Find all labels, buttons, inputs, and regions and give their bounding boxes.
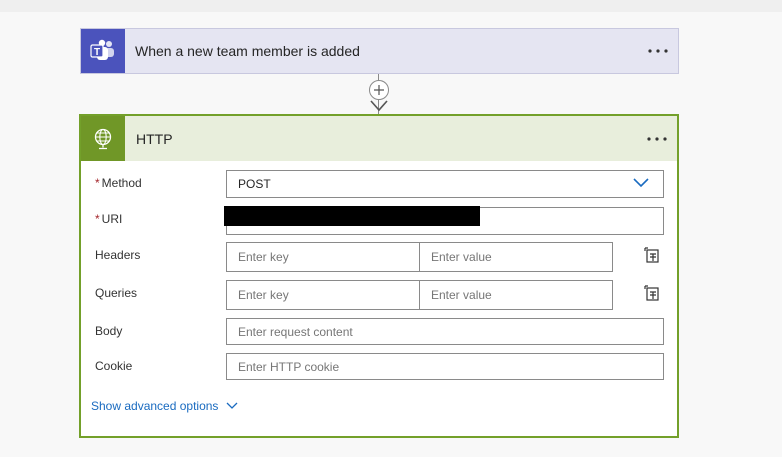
- cookie-label: Cookie: [95, 359, 133, 373]
- queries-label: Queries: [95, 286, 138, 300]
- http-action-header[interactable]: HTTP: [81, 116, 677, 161]
- chevron-down-icon: [633, 178, 649, 188]
- redacted-uri-value: [224, 206, 480, 226]
- connector-arrow-icon: [370, 100, 388, 112]
- body-input[interactable]: Enter request content: [226, 318, 664, 345]
- http-more-options-button[interactable]: [637, 116, 677, 161]
- uri-label: * URI: [95, 212, 123, 226]
- method-dropdown[interactable]: POST: [226, 170, 664, 198]
- headers-value-input[interactable]: Enter value: [419, 242, 613, 272]
- http-action-title: HTTP: [136, 130, 173, 147]
- globe-icon: [81, 116, 125, 161]
- headers-label: Headers: [95, 248, 141, 262]
- trigger-card[interactable]: T When a new team member is added: [80, 28, 679, 74]
- uri-input[interactable]: [224, 206, 664, 235]
- http-action-card: HTTP * Method POST * URI Headers Enter key…: [79, 114, 679, 438]
- add-step-icon: [374, 85, 384, 95]
- required-marker: *: [95, 176, 100, 190]
- add-step-button[interactable]: [369, 80, 389, 100]
- method-label: * Method: [95, 176, 142, 190]
- queries-key-input[interactable]: Enter key: [226, 280, 420, 310]
- canvas-top-strip: [0, 0, 782, 12]
- queries-value-input[interactable]: Enter value: [419, 280, 613, 310]
- headers-key-input[interactable]: Enter key: [226, 242, 420, 272]
- teams-icon: T: [81, 29, 125, 73]
- show-advanced-options-link[interactable]: Show advanced options: [91, 399, 238, 413]
- trigger-title: When a new team member is added: [135, 43, 360, 59]
- method-value: POST: [238, 177, 271, 191]
- queries-switch-to-text-icon[interactable]: [643, 284, 661, 302]
- svg-text:T: T: [94, 47, 100, 58]
- trigger-more-options-button[interactable]: [638, 29, 678, 73]
- chevron-down-icon: [226, 402, 238, 409]
- headers-switch-to-text-icon[interactable]: [643, 246, 661, 264]
- required-marker: *: [95, 212, 100, 226]
- cookie-input[interactable]: Enter HTTP cookie: [226, 353, 664, 380]
- body-label: Body: [95, 324, 123, 338]
